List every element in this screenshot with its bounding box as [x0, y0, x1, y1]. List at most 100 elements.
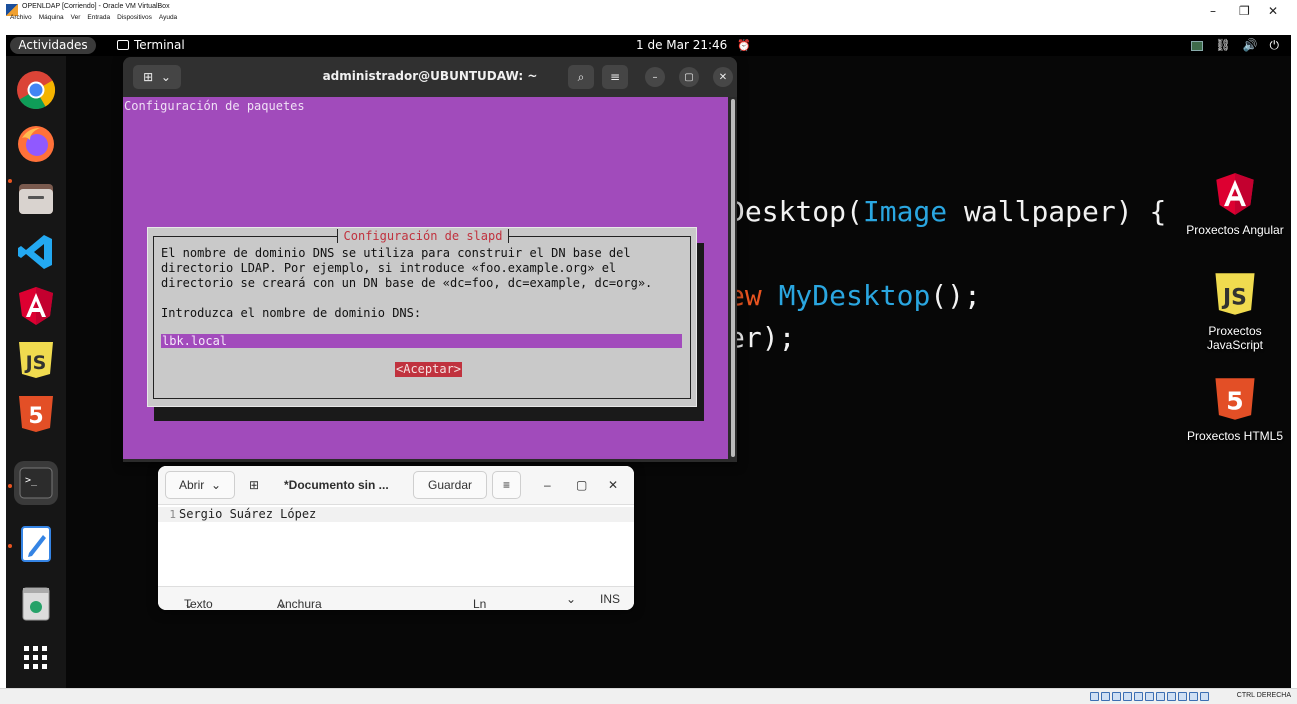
desktop-icon-label: Proxectos HTML5 [1186, 429, 1284, 443]
minimize-icon[interactable]: – [1210, 4, 1216, 18]
menu-ayuda[interactable]: Ayuda [159, 14, 177, 21]
guest-desktop: Actividades Terminal 1 de Mar 21:46 ⏰ ⛓ 🔊… [6, 35, 1291, 688]
dock-html5[interactable]: 5 [14, 392, 58, 436]
dock-javascript[interactable]: JS [14, 338, 58, 382]
editor-menu-button[interactable]: ≡ [492, 471, 521, 499]
desktop-folder-angular[interactable]: Proxectos Angular [1180, 172, 1290, 237]
tray-app-icon[interactable] [1191, 40, 1204, 51]
keyboard-icon[interactable] [1200, 692, 1209, 701]
restore-icon[interactable]: ❐ [1239, 4, 1250, 18]
vbox-window-title: OPENLDAP [Corriendo] - Oracle VM Virtual… [22, 3, 170, 10]
wallpaper-code-line-1: Desktop(Image wallpaper) { [728, 195, 1167, 228]
wallpaper-code-line-2: ew MyDesktop(); [728, 279, 981, 312]
vbox-titlebar: OPENLDAP [Corriendo] - Oracle VM Virtual… [0, 0, 1297, 24]
text-editor-icon [21, 526, 51, 562]
open-button[interactable]: Abrir ⌄ [165, 471, 235, 499]
top-bar: Actividades Terminal 1 de Mar 21:46 ⏰ ⛓ 🔊… [6, 35, 1291, 56]
terminal-small-icon [117, 40, 129, 50]
line-number: 1 [169, 508, 176, 521]
volume-icon[interactable]: 🔊 [1243, 37, 1258, 54]
terminal-headerbar[interactable]: ⊞ ⌄ administrador@UBUNTUDAW: ~ ⌕ ≡ – ▢ ✕ [123, 57, 737, 97]
minimize-icon: – [652, 71, 658, 83]
usb-icon[interactable] [1134, 692, 1143, 701]
dock-chrome[interactable] [14, 68, 58, 112]
terminal-close-button[interactable]: ✕ [713, 67, 733, 87]
dock-vscode[interactable] [14, 230, 58, 274]
files-icon [19, 184, 53, 214]
app-menu[interactable]: Terminal [117, 37, 185, 54]
menu-maquina[interactable]: Máquina [39, 14, 64, 21]
menu-button[interactable]: ≡ [602, 65, 628, 89]
vscode-icon [18, 235, 52, 269]
dialog-text-line-2: directorio LDAP. Por ejemplo, si introdu… [161, 261, 617, 275]
terminal-scrollbar[interactable] [731, 99, 735, 457]
terminal-window[interactable]: ⊞ ⌄ administrador@UBUNTUDAW: ~ ⌕ ≡ – ▢ ✕… [123, 57, 737, 462]
package-config-title: Configuración de paquetes [124, 99, 305, 113]
recording-icon[interactable] [1167, 692, 1176, 701]
running-indicator [8, 179, 12, 183]
display-icon[interactable] [1156, 692, 1165, 701]
slapd-config-dialog: Configuración de slapd El nombre de domi… [147, 227, 697, 407]
editor-title: *Documento sin ... [284, 478, 389, 492]
network-icon[interactable]: ⛓ [1215, 37, 1230, 54]
activities-button[interactable]: Actividades [10, 37, 96, 54]
dock-show-apps[interactable] [14, 636, 58, 680]
text-editor-window[interactable]: Abrir ⌄ ⊞ *Documento sin ... Guardar ≡ –… [158, 466, 634, 610]
cpu-icon[interactable] [1178, 692, 1187, 701]
new-document-button[interactable]: ⊞ [242, 471, 266, 499]
system-tray[interactable]: ⛓ 🔊 ⏻ [1191, 37, 1279, 54]
editor-current-line[interactable]: 1 Sergio Suárez López [158, 507, 634, 522]
dock-angular[interactable] [14, 284, 58, 328]
desktop-folder-javascript[interactable]: JS Proxectos JavaScript [1180, 271, 1290, 352]
network-adapter-icon[interactable] [1123, 692, 1132, 701]
dock: JS 5 >_ [6, 56, 66, 688]
menu-dispositivos[interactable]: Dispositivos [117, 14, 152, 21]
dock-terminal[interactable]: >_ [14, 461, 58, 505]
hamburger-menu-icon: ≡ [502, 478, 510, 492]
html5-icon: 5 [1215, 378, 1255, 420]
dns-prompt: Introduzca el nombre de dominio DNS: [161, 306, 422, 320]
save-button[interactable]: Guardar [413, 471, 487, 499]
close-icon[interactable]: ✕ [1268, 4, 1278, 18]
optical-drive-icon[interactable] [1101, 692, 1110, 701]
minimize-icon[interactable]: – [544, 478, 551, 492]
javascript-icon: JS [19, 342, 53, 378]
dns-domain-input[interactable] [161, 334, 682, 348]
hamburger-menu-icon: ≡ [609, 70, 621, 84]
terminal-maximize-button[interactable]: ▢ [679, 67, 699, 87]
dock-firefox[interactable] [14, 122, 58, 166]
menu-entrada[interactable]: Entrada [87, 14, 110, 21]
menu-archivo[interactable]: Archivo [10, 14, 32, 21]
editor-headerbar[interactable]: Abrir ⌄ ⊞ *Documento sin ... Guardar ≡ –… [158, 466, 634, 505]
terminal-content[interactable]: Configuración de paquetes Configuración … [123, 97, 728, 459]
menu-ver[interactable]: Ver [71, 14, 81, 21]
power-icon[interactable]: ⏻ [1270, 37, 1280, 54]
angular-icon [1216, 173, 1254, 215]
javascript-icon: JS [1215, 273, 1255, 315]
audio-icon[interactable] [1112, 692, 1121, 701]
maximize-icon[interactable]: ▢ [576, 478, 587, 492]
mouse-integration-icon[interactable] [1189, 692, 1198, 701]
hard-disk-icon[interactable] [1090, 692, 1099, 701]
new-document-icon: ⊞ [248, 478, 260, 492]
alarm-icon: ⏰ [737, 39, 752, 52]
dock-trash[interactable] [14, 582, 58, 626]
shared-folders-icon[interactable] [1145, 692, 1154, 701]
trash-icon [22, 587, 50, 621]
accept-button[interactable]: <Aceptar> [395, 362, 463, 377]
close-icon[interactable]: ✕ [608, 478, 618, 492]
clock[interactable]: 1 de Mar 21:46 ⏰ [636, 37, 751, 54]
running-indicator [8, 544, 12, 548]
insert-mode[interactable]: INS [600, 592, 620, 606]
svg-text:JS: JS [24, 352, 47, 374]
svg-text:>_: >_ [25, 475, 38, 486]
chrome-icon [17, 71, 56, 110]
dock-files[interactable] [14, 176, 58, 220]
terminal-minimize-button[interactable]: – [645, 67, 665, 87]
desktop-folder-html5[interactable]: 5 Proxectos HTML5 [1180, 376, 1290, 443]
editor-text-area[interactable]: 1 Sergio Suárez López [158, 505, 634, 586]
desktop-icon-label: Proxectos JavaScript [1206, 324, 1264, 352]
chevron-down-icon[interactable]: ⌄ [566, 592, 576, 606]
search-button[interactable]: ⌕ [568, 65, 594, 89]
dock-text-editor[interactable] [14, 522, 58, 566]
